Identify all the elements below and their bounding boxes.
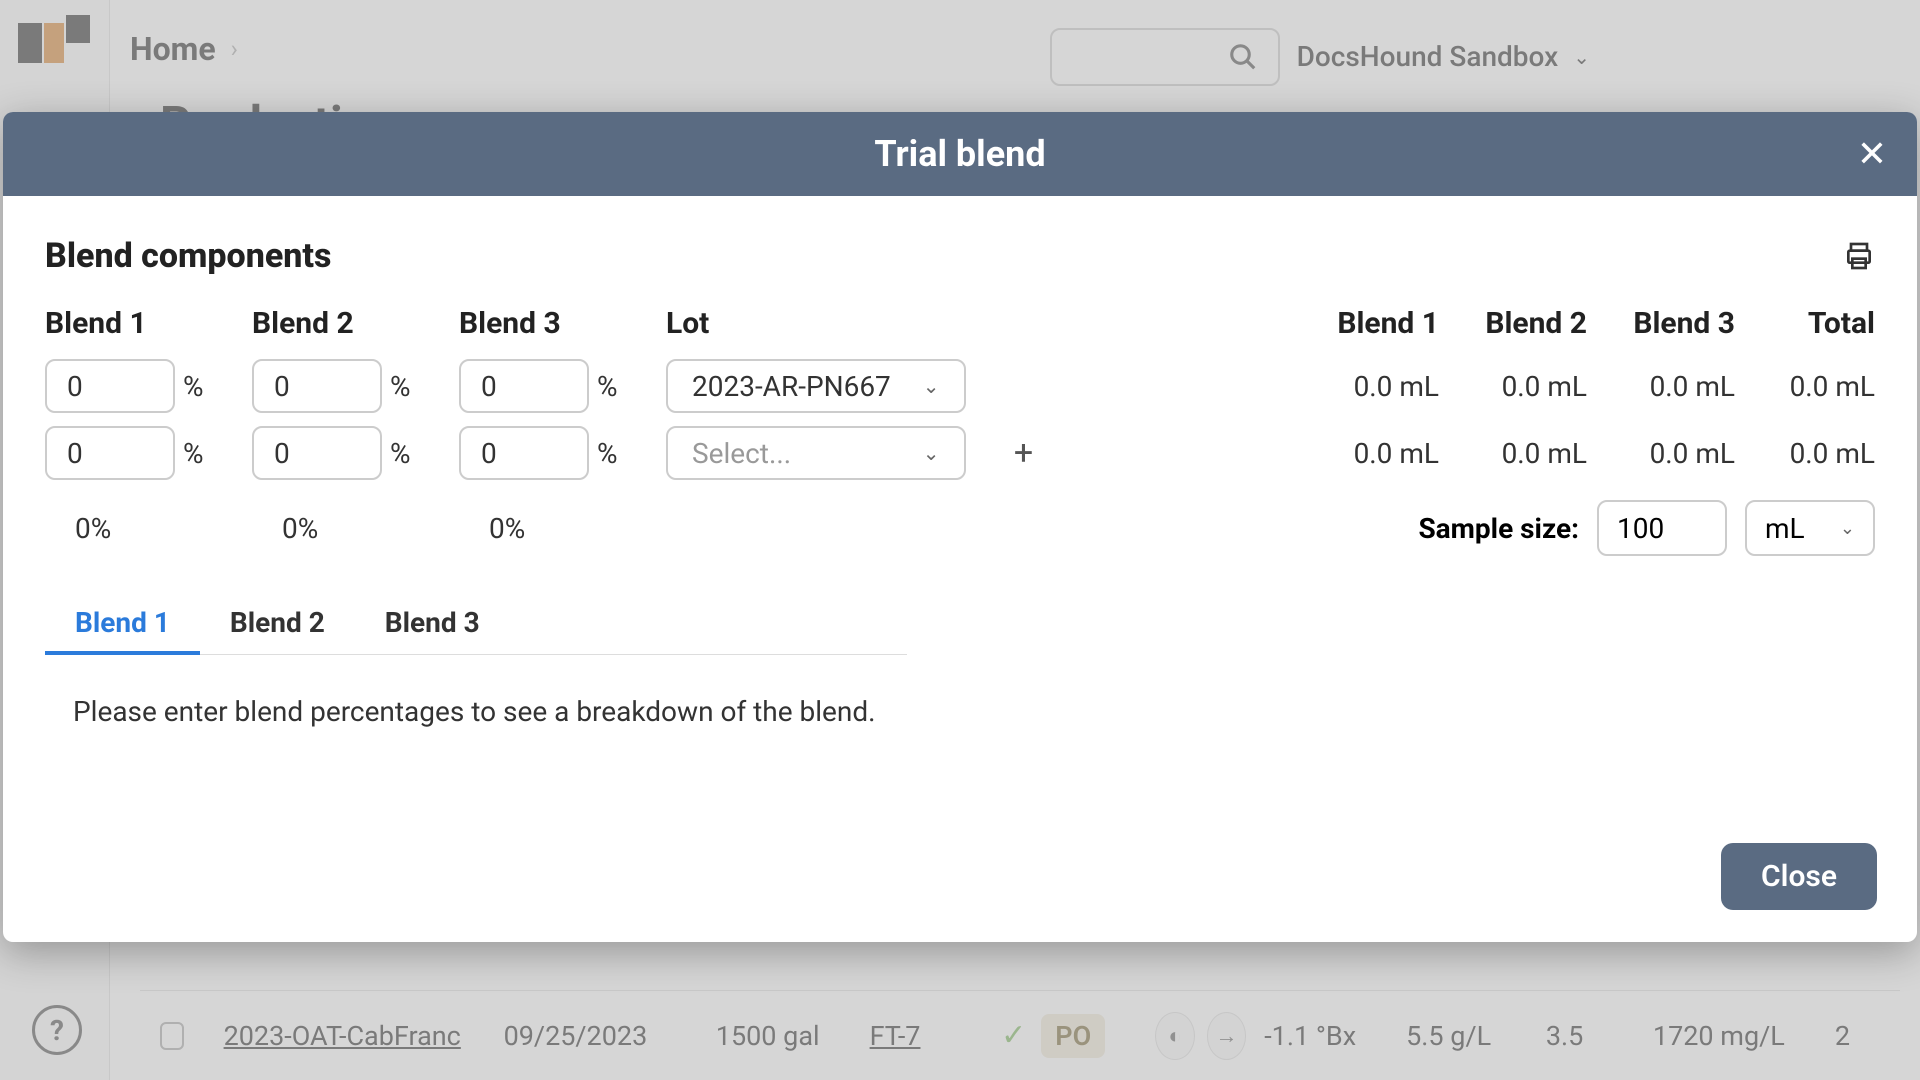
blend-pct-input[interactable]: [459, 359, 589, 413]
blend-pct-input[interactable]: [459, 426, 589, 480]
sample-unit-value: mL: [1765, 512, 1805, 545]
modal-title: Trial blend: [874, 133, 1045, 175]
sample-size-label: Sample size:: [1418, 512, 1579, 545]
chevron-down-icon: ⌄: [923, 374, 940, 398]
lot-select[interactable]: 2023-AR-PN667 ⌄: [666, 359, 966, 413]
blend-output-value: 0.0 mL: [1439, 437, 1587, 470]
sample-unit-select[interactable]: mL ⌄: [1745, 500, 1875, 556]
percent-sign: %: [183, 370, 204, 403]
data-rows: %%%2023-AR-PN667⌄0.0 mL0.0 mL0.0 mL0.0 m…: [45, 359, 1875, 480]
col-blend1-in: Blend 1: [45, 306, 252, 341]
component-row: %%%Select...⌄+0.0 mL0.0 mL0.0 mL0.0 mL: [45, 426, 1875, 480]
trial-blend-modal: Trial blend ✕ Blend components Blend 1 B…: [3, 112, 1917, 942]
col-blend2-in: Blend 2: [252, 306, 459, 341]
add-row-button[interactable]: +: [1004, 433, 1044, 473]
chevron-down-icon: ⌄: [923, 441, 940, 465]
sample-size: Sample size: mL ⌄: [1418, 500, 1875, 556]
blend-pct-input[interactable]: [45, 359, 175, 413]
col-blend3-out: Blend 3: [1587, 306, 1735, 341]
col-blend2-out: Blend 2: [1439, 306, 1587, 341]
modal-header: Trial blend ✕: [3, 112, 1917, 196]
section-title: Blend components: [45, 236, 331, 276]
modal-footer: Close: [3, 823, 1917, 942]
lot-select-value: Select...: [692, 437, 791, 470]
row-total-value: 0.0 mL: [1760, 437, 1875, 470]
sample-size-input[interactable]: [1597, 500, 1727, 556]
percent-sign: %: [390, 370, 411, 403]
blend-output-value: 0.0 mL: [1291, 370, 1439, 403]
col-blend3-in: Blend 3: [459, 306, 666, 341]
totals-row: 0% 0% 0% Sample size: mL ⌄: [45, 500, 1875, 556]
blend-output-value: 0.0 mL: [1587, 437, 1735, 470]
blend-output-value: 0.0 mL: [1291, 437, 1439, 470]
percent-sign: %: [597, 370, 618, 403]
blend-output-value: 0.0 mL: [1587, 370, 1735, 403]
tab-blend-3[interactable]: Blend 3: [355, 594, 510, 655]
blend-output-value: 0.0 mL: [1439, 370, 1587, 403]
total-pct1: 0%: [45, 512, 252, 545]
close-button[interactable]: Close: [1721, 843, 1877, 910]
row-total-value: 0.0 mL: [1760, 370, 1875, 403]
tab-blend-2[interactable]: Blend 2: [200, 594, 355, 655]
blend-pct-input[interactable]: [45, 426, 175, 480]
tab-empty-message: Please enter blend percentages to see a …: [45, 695, 1875, 728]
col-total: Total: [1760, 306, 1875, 341]
component-row: %%%2023-AR-PN667⌄0.0 mL0.0 mL0.0 mL0.0 m…: [45, 359, 1875, 413]
blend-pct-input[interactable]: [252, 426, 382, 480]
print-icon[interactable]: [1843, 240, 1875, 272]
col-lot: Lot: [666, 306, 1291, 341]
percent-sign: %: [597, 437, 618, 470]
chevron-down-icon: ⌄: [1840, 518, 1855, 539]
tab-blend-1[interactable]: Blend 1: [45, 594, 200, 655]
blend-tabs: Blend 1Blend 2Blend 3: [45, 594, 907, 655]
percent-sign: %: [183, 437, 204, 470]
total-pct3: 0%: [459, 512, 666, 545]
lot-select-value: 2023-AR-PN667: [692, 370, 891, 403]
columns-header: Blend 1 Blend 2 Blend 3 Lot Blend 1 Blen…: [45, 306, 1875, 341]
close-icon[interactable]: ✕: [1857, 136, 1887, 172]
total-pct2: 0%: [252, 512, 459, 545]
lot-select[interactable]: Select... ⌄: [666, 426, 966, 480]
percent-sign: %: [390, 437, 411, 470]
col-blend1-out: Blend 1: [1291, 306, 1439, 341]
modal-body: Blend components Blend 1 Blend 2 Blend 3…: [3, 196, 1917, 823]
blend-pct-input[interactable]: [252, 359, 382, 413]
